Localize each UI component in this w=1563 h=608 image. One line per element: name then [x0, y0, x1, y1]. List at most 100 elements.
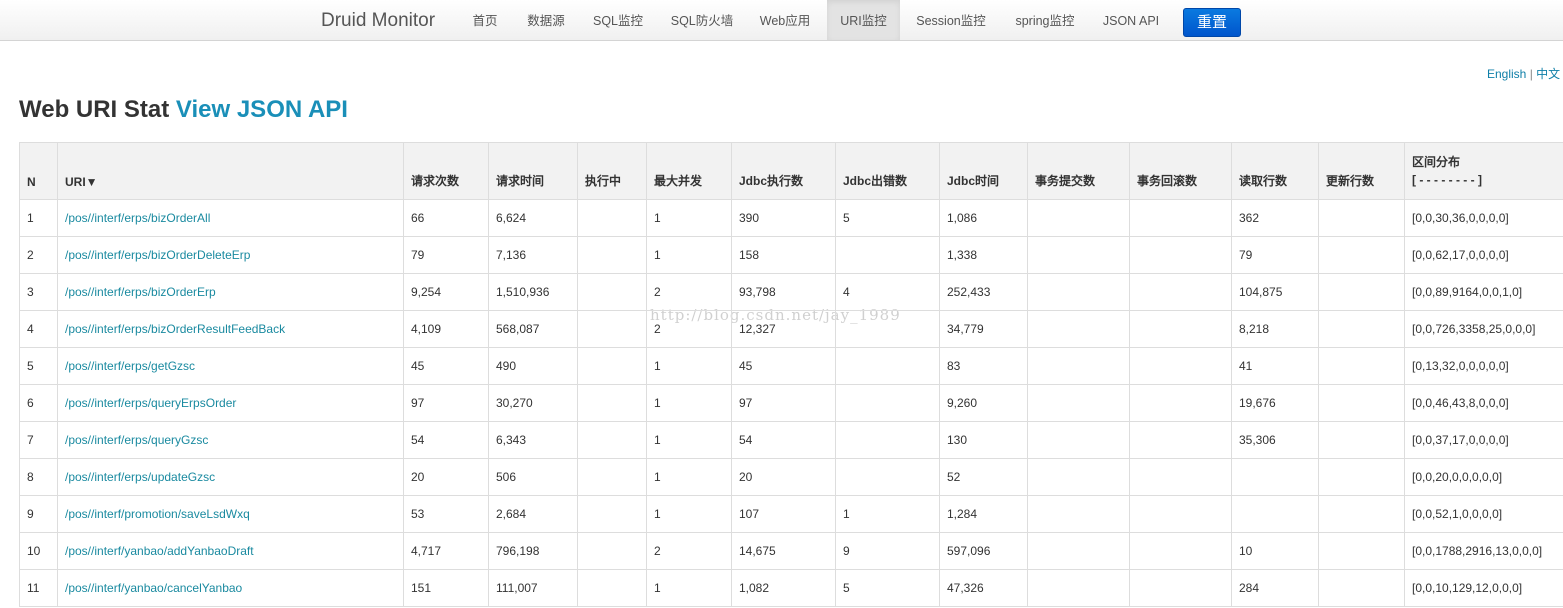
- col-header-rows-updated[interactable]: 更新行数: [1318, 142, 1405, 200]
- lang-chinese-link[interactable]: 中文: [1536, 67, 1560, 81]
- view-json-api-link[interactable]: View JSON API: [176, 96, 348, 123]
- cell-distribution: [0,0,62,17,0,0,0,0]: [1404, 236, 1563, 274]
- cell-jdbc-error: 1: [835, 495, 940, 533]
- col-header-request-time[interactable]: 请求时间: [488, 142, 578, 200]
- col-header-request-count[interactable]: 请求次数: [403, 142, 489, 200]
- cell-jdbc-error: [835, 421, 940, 459]
- cell-tx-rollback: [1129, 569, 1232, 607]
- uri-link[interactable]: /pos//interf/promotion/saveLsdWxq: [65, 507, 250, 521]
- cell-request-time: 796,198: [488, 532, 578, 570]
- col-header-max-concurrent[interactable]: 最大并发: [646, 142, 732, 200]
- table-row: 10/pos//interf/yanbao/addYanbaoDraft 4,71…: [19, 532, 1563, 570]
- cell-distribution: [0,0,1788,2916,13,0,0,0]: [1404, 532, 1563, 570]
- nav-session-monitor[interactable]: Session监控: [908, 0, 994, 40]
- uri-link[interactable]: /pos//interf/erps/queryErpsOrder: [65, 396, 236, 410]
- cell-tx-commit: [1027, 532, 1130, 570]
- uri-link[interactable]: /pos//interf/yanbao/cancelYanbao: [65, 581, 242, 595]
- cell-uri: /pos//interf/erps/bizOrderDeleteErp: [57, 236, 404, 274]
- cell-jdbc-error: 5: [835, 199, 940, 237]
- cell-max-concurrent: 1: [646, 236, 732, 274]
- uri-link[interactable]: /pos//interf/erps/queryGzsc: [65, 433, 208, 447]
- cell-tx-rollback: [1129, 458, 1232, 496]
- uri-link[interactable]: /pos//interf/erps/bizOrderDeleteErp: [65, 248, 250, 262]
- col-header-running[interactable]: 执行中: [577, 142, 647, 200]
- cell-jdbc-time: 47,326: [939, 569, 1028, 607]
- cell-jdbc-exec: 12,327: [731, 310, 836, 348]
- page-title: Web URI Stat View JSON API: [19, 96, 348, 124]
- col-header-rows-read[interactable]: 读取行数: [1231, 142, 1319, 200]
- reset-button[interactable]: 重置: [1183, 8, 1241, 37]
- nav-uri-monitor[interactable]: URI监控: [827, 0, 900, 40]
- col-header-tx-rollback[interactable]: 事务回滚数: [1129, 142, 1232, 200]
- cell-request-count: 66: [403, 199, 489, 237]
- cell-tx-commit: [1027, 384, 1130, 422]
- cell-request-time: 111,007: [488, 569, 578, 607]
- uri-link[interactable]: /pos//interf/yanbao/addYanbaoDraft: [65, 544, 254, 558]
- cell-n: 3: [19, 273, 58, 311]
- cell-rows-updated: [1318, 384, 1405, 422]
- cell-tx-rollback: [1129, 347, 1232, 385]
- cell-tx-rollback: [1129, 199, 1232, 237]
- cell-running: [577, 199, 647, 237]
- cell-jdbc-error: [835, 384, 940, 422]
- cell-max-concurrent: 1: [646, 458, 732, 496]
- brand-title[interactable]: Druid Monitor: [321, 10, 435, 32]
- col-header-uri[interactable]: URI▼: [57, 142, 404, 200]
- cell-request-count: 45: [403, 347, 489, 385]
- col-header-jdbc-time[interactable]: Jdbc时间: [939, 142, 1028, 200]
- cell-tx-commit: [1027, 236, 1130, 274]
- uri-link[interactable]: /pos//interf/erps/updateGzsc: [65, 470, 215, 484]
- cell-tx-commit: [1027, 310, 1130, 348]
- cell-rows-read: [1231, 495, 1319, 533]
- cell-jdbc-exec: 97: [731, 384, 836, 422]
- nav-web-app[interactable]: Web应用: [751, 0, 819, 40]
- cell-jdbc-time: 130: [939, 421, 1028, 459]
- cell-tx-commit: [1027, 569, 1130, 607]
- cell-jdbc-exec: 14,675: [731, 532, 836, 570]
- cell-tx-commit: [1027, 458, 1130, 496]
- cell-jdbc-error: [835, 347, 940, 385]
- uri-link[interactable]: /pos//interf/erps/bizOrderErp: [65, 285, 216, 299]
- col-header-distribution[interactable]: 区间分布 [ - - - - - - - - ]: [1404, 142, 1563, 200]
- cell-request-count: 151: [403, 569, 489, 607]
- cell-uri: /pos//interf/yanbao/addYanbaoDraft: [57, 532, 404, 570]
- nav-sql-monitor[interactable]: SQL监控: [584, 0, 652, 40]
- cell-rows-read: 284: [1231, 569, 1319, 607]
- nav-home[interactable]: 首页: [463, 0, 507, 40]
- uri-link[interactable]: /pos//interf/erps/bizOrderResultFeedBack: [65, 322, 285, 336]
- col-header-jdbc-error[interactable]: Jdbc出错数: [835, 142, 940, 200]
- cell-jdbc-error: [835, 458, 940, 496]
- cell-tx-rollback: [1129, 384, 1232, 422]
- nav-sql-firewall[interactable]: SQL防火墙: [662, 0, 742, 40]
- cell-request-count: 53: [403, 495, 489, 533]
- cell-rows-read: 19,676: [1231, 384, 1319, 422]
- cell-jdbc-exec: 158: [731, 236, 836, 274]
- cell-request-count: 4,717: [403, 532, 489, 570]
- cell-running: [577, 495, 647, 533]
- lang-separator: |: [1529, 67, 1533, 81]
- cell-jdbc-exec: 20: [731, 458, 836, 496]
- cell-max-concurrent: 1: [646, 384, 732, 422]
- cell-n: 1: [19, 199, 58, 237]
- col-header-jdbc-exec[interactable]: Jdbc执行数: [731, 142, 836, 200]
- cell-running: [577, 347, 647, 385]
- cell-request-count: 4,109: [403, 310, 489, 348]
- cell-jdbc-time: 52: [939, 458, 1028, 496]
- cell-rows-updated: [1318, 236, 1405, 274]
- cell-request-time: 568,087: [488, 310, 578, 348]
- nav-datasource[interactable]: 数据源: [518, 0, 574, 40]
- col-header-tx-commit[interactable]: 事务提交数: [1027, 142, 1130, 200]
- uri-link[interactable]: /pos//interf/erps/getGzsc: [65, 359, 195, 373]
- lang-english-link[interactable]: English: [1487, 67, 1526, 81]
- nav-spring-monitor[interactable]: spring监控: [1004, 0, 1086, 40]
- cell-request-count: 9,254: [403, 273, 489, 311]
- table-header-row: N URI▼ 请求次数 请求时间 执行中 最大并发 Jdbc执行数 Jdbc出错…: [19, 142, 1563, 200]
- col-header-n[interactable]: N: [19, 142, 58, 200]
- cell-jdbc-error: [835, 310, 940, 348]
- nav-json-api[interactable]: JSON API: [1096, 0, 1166, 40]
- cell-jdbc-time: 252,433: [939, 273, 1028, 311]
- cell-jdbc-error: 9: [835, 532, 940, 570]
- cell-max-concurrent: 1: [646, 347, 732, 385]
- table-row: 2/pos//interf/erps/bizOrderDeleteErp 79 7,…: [19, 236, 1563, 274]
- uri-link[interactable]: /pos//interf/erps/bizOrderAll: [65, 211, 210, 225]
